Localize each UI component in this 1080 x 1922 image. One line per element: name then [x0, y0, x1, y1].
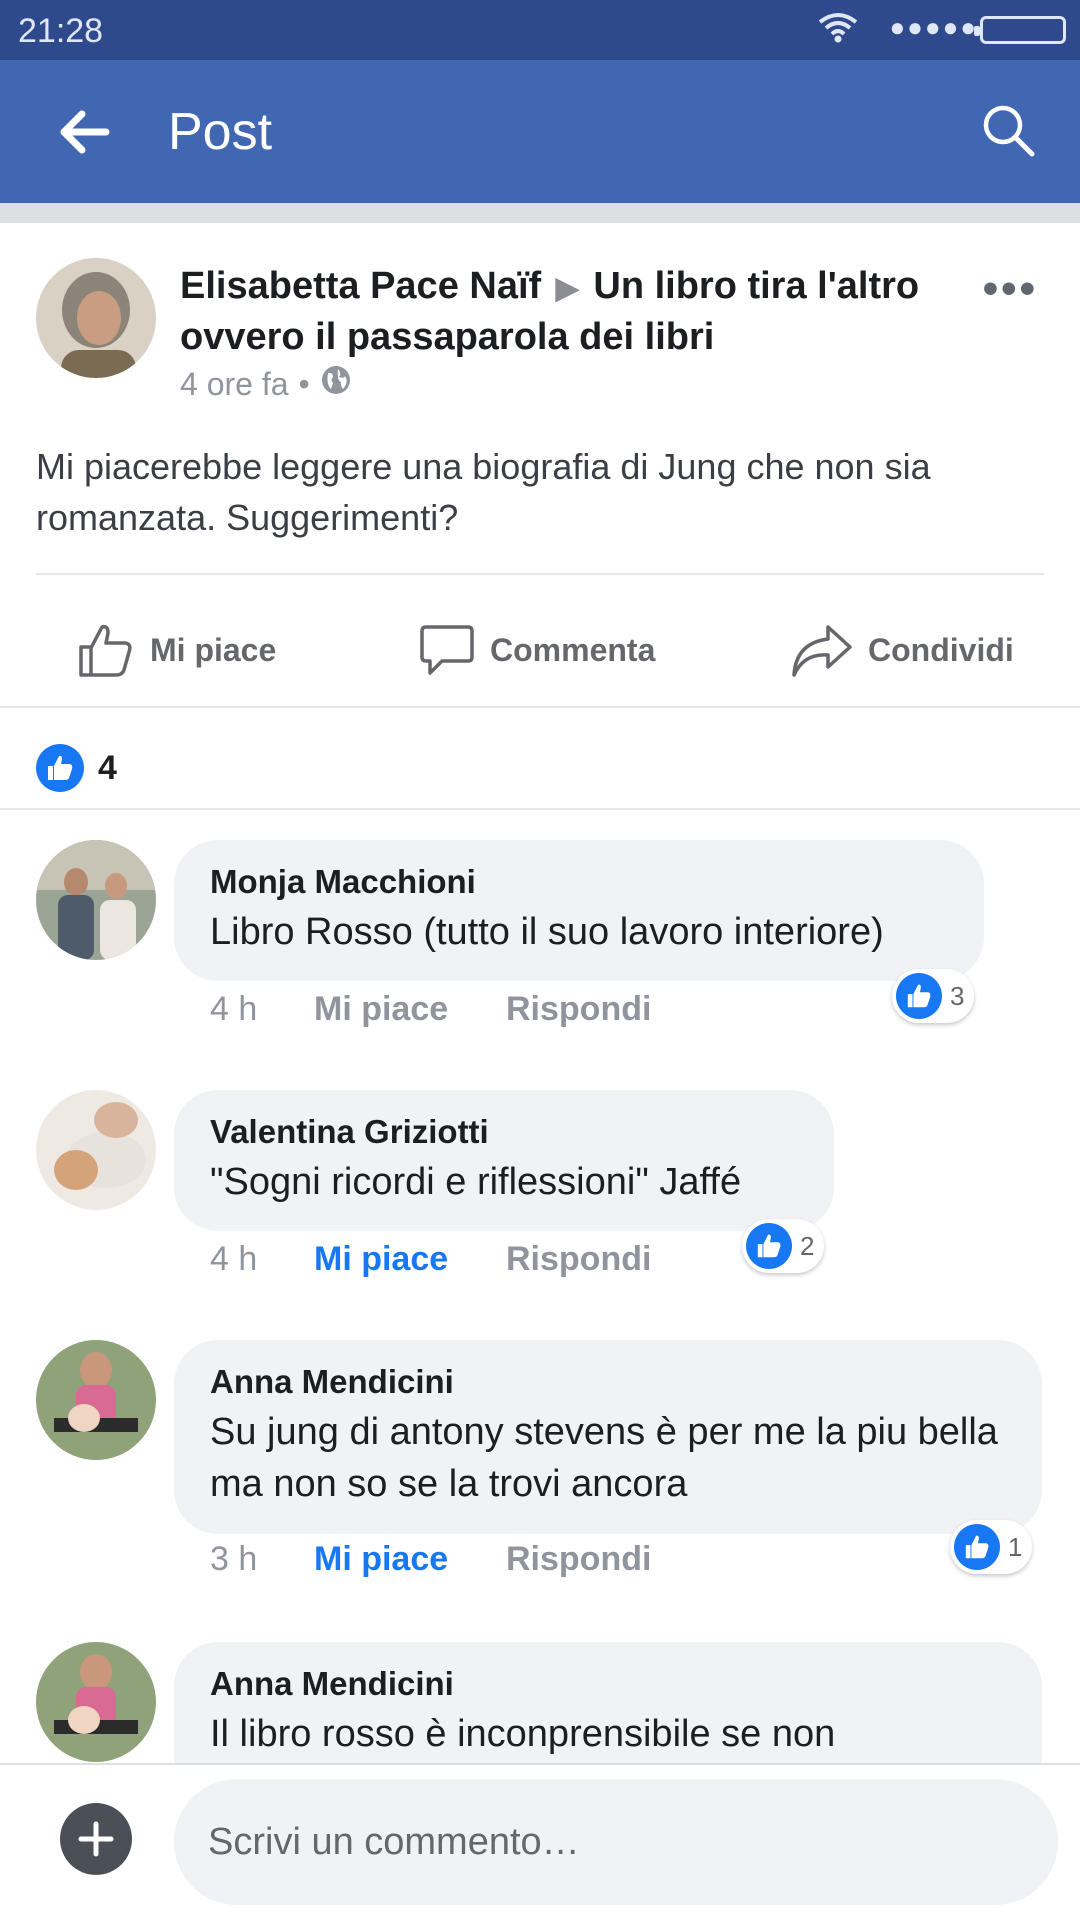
comment-meta: 4 h Mi piace Rispondi	[210, 990, 651, 1029]
commenter-avatar[interactable]	[36, 1340, 156, 1460]
post-text: Mi piacerebbe leggere una biografia di J…	[36, 446, 931, 538]
commenter-avatar[interactable]	[36, 1642, 156, 1762]
comment-reaction-count: 1	[1008, 1531, 1023, 1562]
plus-icon[interactable]	[60, 1803, 132, 1875]
like-label: Mi piace	[150, 631, 277, 668]
post-actions: Mi piace Commenta Condividi	[0, 605, 1080, 695]
status-time: 21:28	[18, 12, 104, 50]
comment-reaction-count: 3	[950, 980, 965, 1011]
commenter-avatar[interactable]	[36, 840, 156, 960]
comment-label: Commenta	[490, 631, 656, 668]
divider	[36, 573, 1044, 575]
comment-bubble: Valentina Griziotti "Sogni ricordi e rif…	[174, 1090, 834, 1231]
commenter-name[interactable]: Valentina Griziotti	[210, 1112, 798, 1152]
comment-reply-button[interactable]: Rispondi	[506, 990, 651, 1029]
like-reaction-icon	[746, 1223, 792, 1269]
comment-reply-button[interactable]: Rispondi	[506, 1540, 651, 1579]
battery-icon	[974, 16, 1066, 44]
post-meta: 4 ore fa •	[180, 364, 352, 404]
like-reaction-icon	[954, 1524, 1000, 1570]
comment-text: Il libro rosso è inconprensibile se non	[210, 1713, 836, 1755]
signal-strength-icon: ●●●●●	[889, 12, 978, 42]
triangle-right-icon: ▶	[555, 272, 579, 305]
share-arrow-icon	[792, 625, 852, 677]
comment-input[interactable]: Scrivi un commento…	[174, 1779, 1058, 1905]
meta-separator: •	[298, 365, 310, 402]
divider	[0, 706, 1080, 708]
comment-time[interactable]: 4 h	[210, 1240, 314, 1279]
comment-like-button[interactable]: Mi piace	[314, 990, 506, 1029]
comment-text: Su jung di antony stevens è per me la pi…	[210, 1411, 998, 1505]
comment-reactions[interactable]: 2	[742, 1219, 825, 1273]
commenter-name[interactable]: Anna Mendicini	[210, 1362, 1006, 1402]
arrow-left-icon[interactable]	[54, 102, 114, 162]
commenter-name[interactable]: Anna Mendicini	[210, 1664, 1006, 1704]
comment-meta: 3 h Mi piace Rispondi	[210, 1540, 651, 1579]
comment-reactions[interactable]: 3	[892, 969, 975, 1023]
comment-bubble: Anna Mendicini Su jung di antony stevens…	[174, 1340, 1042, 1534]
comment-time[interactable]: 4 h	[210, 990, 314, 1029]
comment-time[interactable]: 3 h	[210, 1540, 314, 1579]
comment-reply-button[interactable]: Rispondi	[506, 1240, 651, 1279]
like-reaction-icon	[36, 744, 84, 792]
comment-reaction-count: 2	[800, 1230, 815, 1261]
share-button[interactable]: Condividi	[790, 605, 1014, 695]
comment-text: Libro Rosso (tutto il suo lavoro interio…	[210, 911, 884, 953]
comment-like-button[interactable]: Mi piace	[314, 1540, 506, 1579]
comment-composer: Scrivi un commento…	[0, 1763, 1080, 1922]
comment-button[interactable]: Commenta	[418, 605, 655, 695]
comment-bubble: Monja Macchioni Libro Rosso (tutto il su…	[174, 840, 984, 981]
more-options-icon[interactable]: •••	[983, 264, 1038, 314]
post-author-line: Elisabetta Pace Naïf ▶ Un libro tira l'a…	[180, 262, 940, 362]
comment-text: "Sogni ricordi e riflessioni" Jaffé	[210, 1161, 742, 1203]
globe-icon	[320, 364, 352, 404]
status-bar: 21:28 ●●●●●	[0, 0, 1080, 60]
author-avatar[interactable]	[36, 258, 156, 378]
reactions-summary[interactable]: 4	[36, 742, 117, 794]
post-header: Elisabetta Pace Naïf ▶ Un libro tira l'a…	[36, 258, 1046, 402]
comment-reactions[interactable]: 1	[950, 1520, 1033, 1574]
divider	[0, 808, 1080, 810]
app-bar: Post	[0, 60, 1080, 203]
search-icon[interactable]	[978, 100, 1038, 160]
commenter-avatar[interactable]	[36, 1090, 156, 1210]
author-name[interactable]: Elisabetta Pace Naïf	[180, 265, 541, 307]
reaction-count: 4	[98, 748, 117, 787]
post-time[interactable]: 4 ore fa	[180, 366, 289, 403]
commenter-name[interactable]: Monja Macchioni	[210, 862, 948, 902]
section-separator	[0, 203, 1080, 223]
comment-like-button[interactable]: Mi piace	[314, 1240, 506, 1279]
like-button[interactable]: Mi piace	[78, 605, 276, 695]
share-label: Condividi	[868, 631, 1014, 668]
comment-meta: 4 h Mi piace Rispondi	[210, 1240, 651, 1279]
page-title: Post	[168, 103, 273, 161]
like-reaction-icon	[896, 973, 942, 1019]
thumbs-up-outline-icon	[79, 624, 132, 677]
speech-bubble-icon	[420, 625, 474, 675]
wifi-icon	[818, 12, 858, 49]
